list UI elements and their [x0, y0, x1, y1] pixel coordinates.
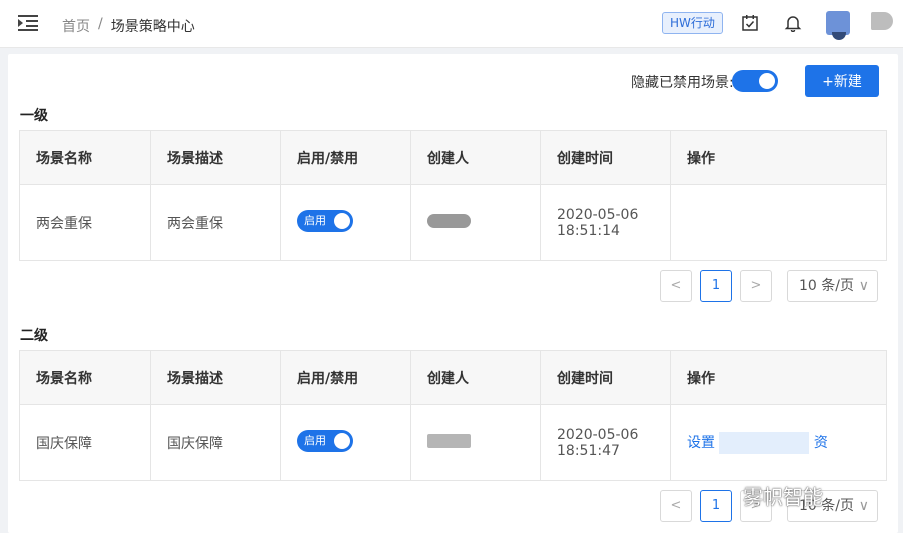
- created-date: 2020-05-06: [557, 426, 639, 443]
- scene-table-level2: 场景名称 场景描述 启用/禁用 创建人 创建时间 操作 国庆保障 国庆保障 启用…: [19, 350, 887, 481]
- col-header-created-time: 创建时间: [540, 350, 671, 405]
- switch-knob: [759, 73, 775, 89]
- prev-page-button[interactable]: <: [660, 490, 692, 522]
- col-header-actions: 操作: [670, 130, 887, 185]
- action-link-2[interactable]: 资: [814, 435, 828, 451]
- breadcrumb-separator: /: [98, 16, 103, 32]
- col-header-toggle: 启用/禁用: [280, 130, 411, 185]
- task-check-icon[interactable]: [741, 14, 759, 32]
- page-size-value: 10 条/页: [799, 278, 854, 294]
- chevron-down-icon: ∨: [858, 278, 869, 294]
- next-page-button[interactable]: >: [740, 270, 772, 302]
- col-header-creator: 创建人: [410, 130, 541, 185]
- created-date: 2020-05-06: [557, 206, 639, 223]
- section-title-level2: 二级: [20, 328, 48, 344]
- switch-knob: [334, 212, 350, 229]
- settings-link[interactable]: 设置: [687, 435, 715, 451]
- prev-page-button[interactable]: <: [660, 270, 692, 302]
- top-header: 首页 / 场景策略中心 HW行动: [0, 0, 903, 48]
- cell-creator: [410, 184, 541, 261]
- enable-switch[interactable]: 启用: [297, 209, 353, 232]
- cell-scene-desc: 国庆保障: [150, 404, 281, 481]
- menu-toggle-icon[interactable]: [18, 14, 38, 32]
- hide-disabled-label: 隐藏已禁用场景:: [631, 75, 734, 91]
- table-row: 两会重保 两会重保 启用 2020-05-06 18:51:14: [19, 184, 887, 261]
- chevron-down-icon: ∨: [858, 498, 869, 514]
- col-header-desc: 场景描述: [150, 350, 281, 405]
- cell-toggle: 启用: [280, 184, 411, 261]
- section-title-level1: 一级: [20, 108, 48, 124]
- col-header-actions: 操作: [670, 350, 887, 405]
- switch-knob: [334, 432, 350, 449]
- cell-actions: 设置 资: [670, 404, 887, 481]
- col-header-creator: 创建人: [410, 350, 541, 405]
- page-1-button[interactable]: 1: [700, 490, 732, 522]
- col-header-created-time: 创建时间: [540, 130, 671, 185]
- col-header-name: 场景名称: [19, 130, 151, 185]
- page-size-select[interactable]: 10 条/页 ∨: [787, 270, 878, 302]
- hw-action-badge[interactable]: HW行动: [662, 12, 723, 34]
- scene-table-level1: 场景名称 场景描述 启用/禁用 创建人 创建时间 操作 两会重保 两会重保 启用…: [19, 130, 887, 261]
- cell-creator: [410, 404, 541, 481]
- breadcrumb-current: 场景策略中心: [110, 19, 195, 35]
- created-clock: 18:51:47: [557, 442, 620, 459]
- cell-created-time: 2020-05-06 18:51:14: [540, 184, 671, 261]
- redacted-actions: [719, 431, 810, 454]
- cell-scene-desc: 两会重保: [150, 184, 281, 261]
- cell-scene-name: 两会重保: [19, 184, 151, 261]
- cell-toggle: 启用: [280, 404, 411, 481]
- pagination-level1: < 1 > 10 条/页 ∨: [660, 270, 878, 302]
- watermark: 雾帜智能: [743, 485, 823, 509]
- redacted-creator: [427, 213, 471, 228]
- avatar[interactable]: [826, 11, 850, 40]
- hide-disabled-switch[interactable]: [732, 70, 778, 92]
- table-header-row: 场景名称 场景描述 启用/禁用 创建人 创建时间 操作: [19, 350, 887, 405]
- cell-actions: [670, 184, 887, 261]
- enable-switch[interactable]: 启用: [297, 429, 353, 452]
- col-header-desc: 场景描述: [150, 130, 281, 185]
- main-content: 隐藏已禁用场景: +新建 一级 场景名称 场景描述 启用/禁用 创建人 创建时间…: [8, 54, 898, 533]
- created-clock: 18:51:14: [557, 222, 620, 239]
- redacted-creator: [427, 433, 471, 448]
- col-header-toggle: 启用/禁用: [280, 350, 411, 405]
- enable-switch-label: 启用: [304, 213, 326, 227]
- table-header-row: 场景名称 场景描述 启用/禁用 创建人 创建时间 操作: [19, 130, 887, 185]
- enable-switch-label: 启用: [304, 433, 326, 447]
- cell-scene-name: 国庆保障: [19, 404, 151, 481]
- table-row: 国庆保障 国庆保障 启用 2020-05-06 18:51:47 设置 资: [19, 404, 887, 481]
- page-1-button[interactable]: 1: [700, 270, 732, 302]
- user-menu-icon[interactable]: [871, 12, 893, 30]
- col-header-name: 场景名称: [19, 350, 151, 405]
- breadcrumb-home[interactable]: 首页: [62, 16, 90, 36]
- new-scene-button[interactable]: +新建: [805, 65, 879, 97]
- cell-created-time: 2020-05-06 18:51:47: [540, 404, 671, 481]
- breadcrumb: 首页 / 场景策略中心: [62, 16, 195, 36]
- bell-icon[interactable]: [784, 14, 802, 32]
